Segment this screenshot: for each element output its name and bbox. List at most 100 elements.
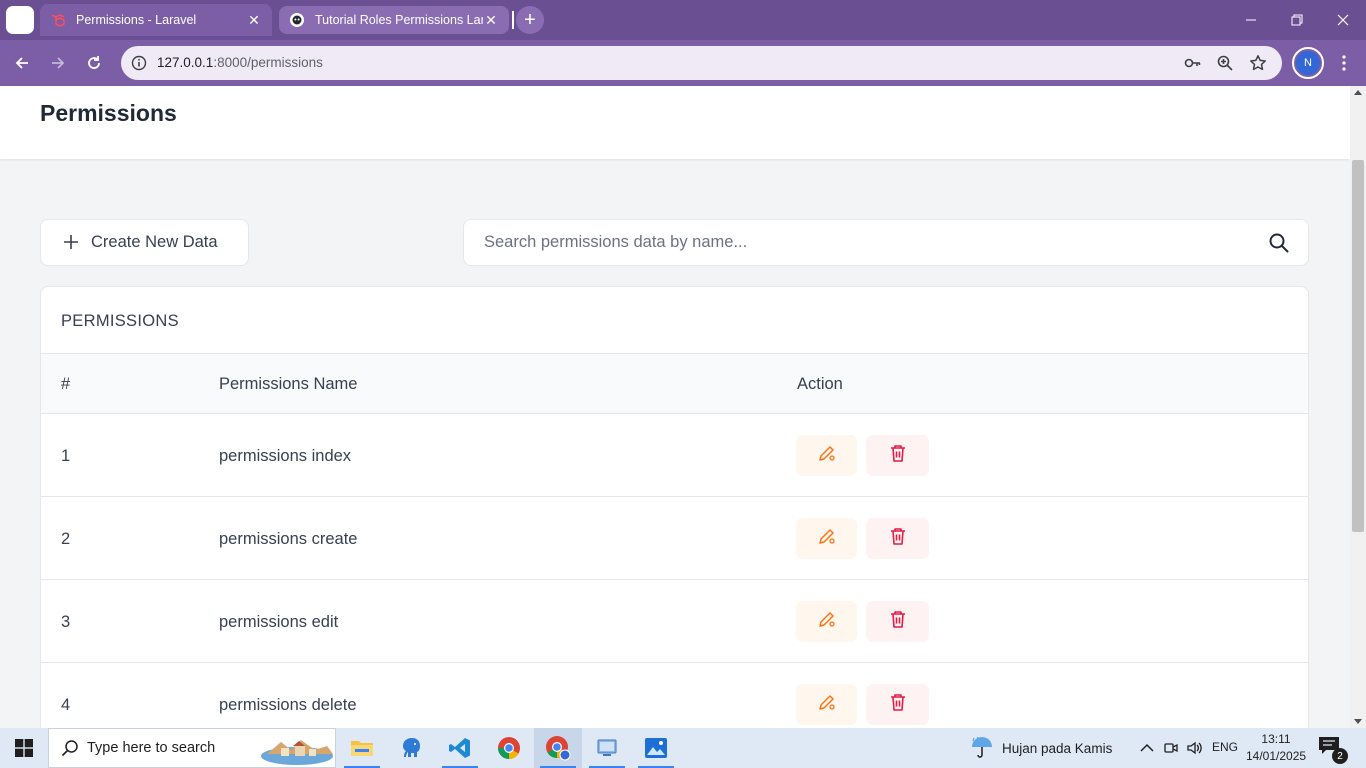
- page-scrollbar[interactable]: [1350, 86, 1366, 728]
- edit-button[interactable]: [796, 601, 857, 642]
- row-number: 1: [61, 447, 71, 465]
- url-text: 127.0.0.1:8000/permissions: [157, 55, 323, 70]
- column-header-number: #: [61, 375, 71, 393]
- forward-arrow-icon[interactable]: [42, 47, 74, 79]
- delete-button[interactable]: [866, 435, 929, 476]
- trash-icon: [889, 443, 907, 468]
- browser-tab-bar: Permissions - Laravel ✕ Tutorial Roles P…: [0, 0, 1366, 40]
- restore-icon[interactable]: [1274, 0, 1320, 40]
- table-row: 3 permissions edit: [41, 580, 1308, 663]
- row-number: 4: [61, 696, 71, 714]
- profile-initial: N: [1296, 51, 1320, 75]
- browser-menu-icon[interactable]: [1330, 47, 1358, 79]
- scroll-down-arrow-icon[interactable]: [1354, 719, 1362, 724]
- search-input[interactable]: [464, 220, 1244, 265]
- bookmark-star-icon[interactable]: [1248, 53, 1268, 73]
- github-icon: [289, 12, 305, 28]
- delete-button[interactable]: [866, 518, 929, 559]
- clock-date: 14/01/2025: [1246, 749, 1307, 763]
- trash-icon: [889, 526, 907, 551]
- edit-pencil-icon: [817, 692, 837, 717]
- zoom-icon[interactable]: [1215, 53, 1235, 73]
- permission-name: permissions index: [219, 447, 352, 465]
- permissions-card: PERMISSIONS # Permissions Name Action 1 …: [40, 286, 1309, 728]
- site-info-icon[interactable]: [129, 53, 149, 73]
- weather-text: Hujan pada Kamis: [1002, 740, 1113, 756]
- permission-name: permissions edit: [219, 613, 339, 631]
- pgadmin-elephant-icon[interactable]: [387, 728, 435, 768]
- table-header: # Permissions Name Action: [41, 353, 1308, 414]
- speaker-volume-icon[interactable]: [1185, 738, 1205, 758]
- create-new-data-button[interactable]: Create New Data: [40, 219, 249, 266]
- edit-pencil-icon: [817, 443, 837, 468]
- vscode-icon[interactable]: [436, 728, 484, 768]
- page-viewport: Permissions Create New Data PERMISSIONS …: [0, 86, 1350, 728]
- edit-button[interactable]: [796, 518, 857, 559]
- table-row: 2 permissions create: [41, 497, 1308, 580]
- taskbar-search-placeholder: Type here to search: [87, 740, 216, 756]
- tab-permissions-laravel[interactable]: Permissions - Laravel ✕: [40, 4, 272, 36]
- row-number: 3: [61, 613, 71, 631]
- taskbar-clock[interactable]: 13:11 14/01/2025: [1246, 731, 1306, 765]
- permission-name: permissions create: [219, 530, 358, 548]
- profile-avatar[interactable]: N: [1292, 47, 1324, 79]
- card-title: PERMISSIONS: [61, 312, 179, 330]
- taskbar-weather[interactable]: Hujan pada Kamis: [970, 728, 1112, 768]
- clock-time: 13:11: [1261, 732, 1291, 746]
- windows-start-button[interactable]: [0, 728, 48, 768]
- edit-button[interactable]: [796, 684, 857, 725]
- edit-pencil-icon: [817, 526, 837, 551]
- tab-search-button[interactable]: [6, 6, 34, 34]
- table-row: 4 permissions delete: [41, 663, 1308, 728]
- scroll-up-arrow-icon[interactable]: [1354, 90, 1362, 95]
- edit-pencil-icon: [817, 609, 837, 634]
- search-icon: [61, 739, 79, 757]
- input-language[interactable]: ENG: [1212, 740, 1238, 754]
- close-tab-icon[interactable]: ✕: [483, 12, 499, 28]
- tab-tutorial-roles[interactable]: Tutorial Roles Permissions Lara ✕: [279, 6, 509, 34]
- search-icon[interactable]: [1268, 232, 1290, 254]
- delete-button[interactable]: [866, 684, 929, 725]
- notification-count-badge: 2: [1332, 748, 1348, 764]
- trash-icon: [889, 692, 907, 717]
- taskbar-search-box[interactable]: Type here to search: [48, 728, 336, 768]
- chevron-up-icon[interactable]: [1137, 738, 1157, 758]
- browser-toolbar: 127.0.0.1:8000/permissions N: [0, 40, 1366, 86]
- column-header-action: Action: [797, 375, 843, 393]
- url-host: 127.0.0.1: [157, 55, 214, 70]
- back-arrow-icon[interactable]: [6, 47, 38, 79]
- notification-center-icon[interactable]: 2: [1318, 736, 1348, 764]
- file-explorer-icon[interactable]: [338, 728, 386, 768]
- new-tab-button[interactable]: +: [516, 6, 544, 34]
- search-box: [463, 219, 1309, 266]
- minimize-icon[interactable]: [1228, 0, 1274, 40]
- address-bar[interactable]: 127.0.0.1:8000/permissions: [121, 46, 1282, 80]
- chrome-profile-icon[interactable]: [534, 728, 582, 768]
- column-header-name: Permissions Name: [219, 375, 358, 393]
- laravel-icon: [50, 12, 66, 28]
- delete-button[interactable]: [866, 601, 929, 642]
- photos-app-icon[interactable]: [632, 728, 680, 768]
- close-window-icon[interactable]: [1320, 0, 1366, 40]
- create-button-label: Create New Data: [91, 233, 218, 251]
- trash-icon: [889, 609, 907, 634]
- permission-name: permissions delete: [219, 696, 357, 714]
- virtual-machine-icon[interactable]: [583, 728, 631, 768]
- row-number: 2: [61, 530, 71, 548]
- search-highlight-illustration-icon: [259, 732, 335, 766]
- chrome-icon[interactable]: [485, 728, 533, 768]
- scrollbar-thumb[interactable]: [1352, 160, 1364, 532]
- page-header: Permissions: [0, 86, 1350, 159]
- close-tab-icon[interactable]: ✕: [246, 12, 262, 28]
- windows-taskbar: Type here to search Hujan pada Kamis ENG…: [0, 728, 1366, 768]
- meet-now-icon[interactable]: [1161, 738, 1181, 758]
- tab-divider: [512, 11, 514, 29]
- table-row: 1 permissions index: [41, 414, 1308, 497]
- page-title: Permissions: [40, 100, 177, 126]
- umbrella-rain-icon: [970, 735, 994, 762]
- reload-icon[interactable]: [78, 47, 110, 79]
- tab-title: Permissions - Laravel: [76, 13, 197, 27]
- tab-title: Tutorial Roles Permissions Lara: [315, 13, 483, 27]
- edit-button[interactable]: [796, 435, 857, 476]
- password-key-icon[interactable]: [1183, 53, 1203, 73]
